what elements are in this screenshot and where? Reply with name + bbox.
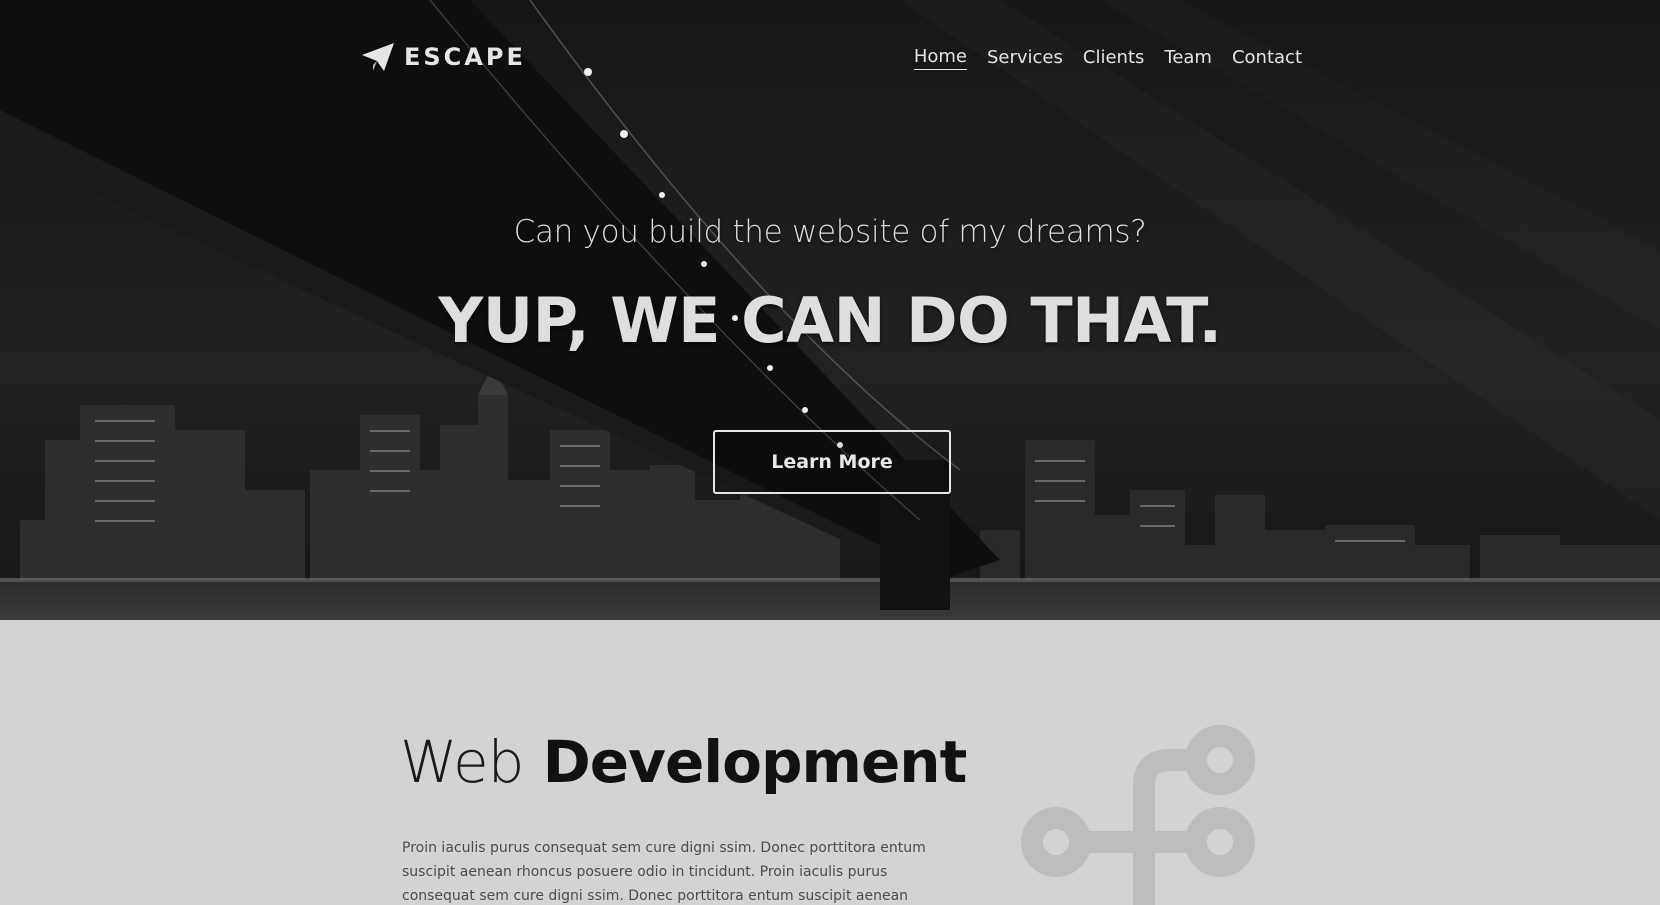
code-fork-icon: [1021, 725, 1255, 905]
brand-name: ESCAPE: [404, 43, 526, 71]
hero-title: YUP, WE CAN DO THAT.: [438, 284, 1222, 357]
nav-item-contact[interactable]: Contact: [1232, 47, 1302, 70]
main-nav: Home Services Clients Team Contact: [913, 46, 1302, 70]
learn-more-button[interactable]: Learn More: [713, 430, 951, 494]
nav-item-services[interactable]: Services: [987, 47, 1063, 70]
hero-subtitle: Can you build the website of my dreams?: [513, 214, 1147, 250]
nav-item-clients[interactable]: Clients: [1083, 47, 1145, 70]
hero-section: ESCAPE Home Services Clients Team Contac…: [0, 0, 1660, 620]
nav-item-home[interactable]: Home: [913, 46, 967, 70]
section-heading-bold: Development: [542, 728, 968, 796]
paper-plane-icon: [360, 41, 396, 73]
section-body-text: Proin iaculis purus consequat sem cure d…: [402, 840, 926, 904]
web-development-section: Web Development Proin iaculis purus cons…: [0, 620, 1660, 905]
section-heading: Web Development: [400, 728, 968, 796]
nav-item-team[interactable]: Team: [1164, 47, 1212, 70]
brand-logo[interactable]: ESCAPE: [360, 40, 526, 74]
section-heading-light: Web: [400, 728, 524, 796]
